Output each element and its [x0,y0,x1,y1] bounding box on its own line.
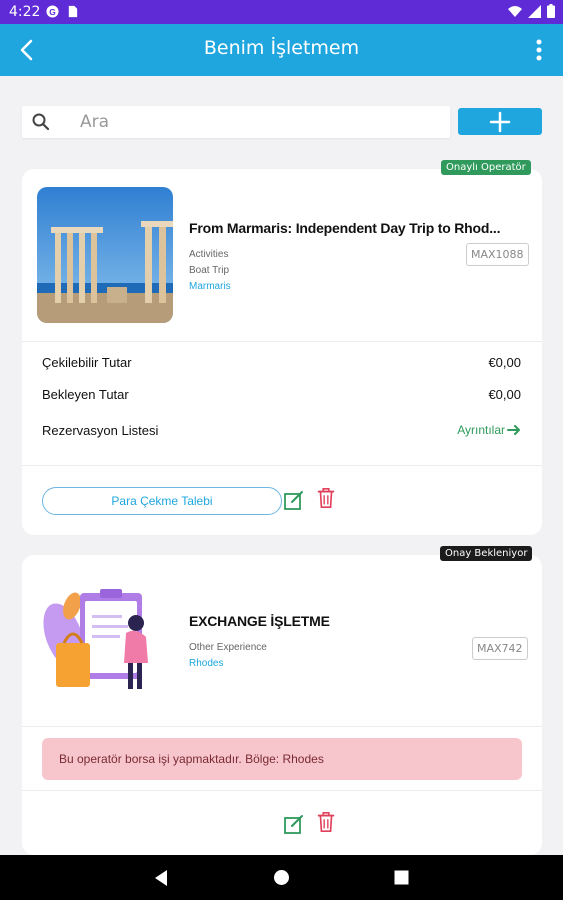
more-vert-icon[interactable] [529,36,549,64]
back-triangle-icon[interactable] [153,869,169,887]
business-type: Boat Trip [189,265,230,276]
arrow-right-icon [507,425,520,435]
business-code: MAX1088 [466,243,529,266]
business-location: Rhodes [189,658,224,669]
business-card[interactable]: EXCHANGE İŞLETME Other Experience Rhodes… [22,555,542,855]
status-time: 4:22 [9,4,41,20]
status-badge: Onay Bekleniyor [440,546,533,561]
page-title: Benim İşletmem [203,37,360,59]
divider [22,465,542,466]
svg-text:G: G [49,7,56,17]
add-button[interactable] [458,108,542,135]
business-code: MAX742 [472,637,528,660]
navigation-bar [0,855,563,900]
app-bar: Benim İşletmem [0,24,563,76]
battery-icon [547,4,555,18]
divider [22,341,542,342]
status-badge: Onaylı Operatör [441,160,531,175]
signal-icon [528,4,541,18]
wifi-icon [508,5,522,17]
edit-icon[interactable] [283,489,305,511]
business-title[interactable]: From Marmaris: Independent Day Trip to R… [189,220,529,236]
withdrawable-amount-value: €0,00 [488,355,521,370]
pending-amount-label: Bekleyen Tutar [42,387,129,402]
g-icon: G [46,5,59,18]
pending-amount-value: €0,00 [488,387,521,402]
withdraw-request-button[interactable]: Para Çekme Talebi [42,487,282,515]
search-icon [32,113,50,131]
sim-icon [68,5,78,18]
delete-icon[interactable] [315,811,337,833]
edit-icon[interactable] [283,813,305,835]
plus-icon [489,111,511,133]
status-bar: 4:22 G [0,0,563,24]
divider [22,790,542,791]
reservation-list-label: Rezervasyon Listesi [42,423,159,438]
withdrawable-amount-label: Çekilebilir Tutar [42,355,132,370]
business-title[interactable]: EXCHANGE İŞLETME [189,613,439,629]
recents-square-icon[interactable] [394,870,409,885]
home-circle-icon[interactable] [273,869,290,886]
details-link-label: Ayrıntılar [457,423,505,437]
operator-alert: Bu operatör borsa işi yapmaktadır. Bölge… [42,738,522,780]
business-category: Activities [189,249,229,260]
tour-photo [37,187,173,323]
details-link[interactable]: Ayrıntılar [457,423,521,437]
divider [22,726,542,727]
delete-icon[interactable] [315,487,337,509]
search-bar [22,106,450,138]
business-category: Other Experience [189,642,267,653]
search-input[interactable] [80,109,440,135]
business-location: Marmaris [189,281,231,292]
business-card[interactable]: From Marmaris: Independent Day Trip to R… [22,169,542,535]
exchange-illustration [42,581,164,697]
